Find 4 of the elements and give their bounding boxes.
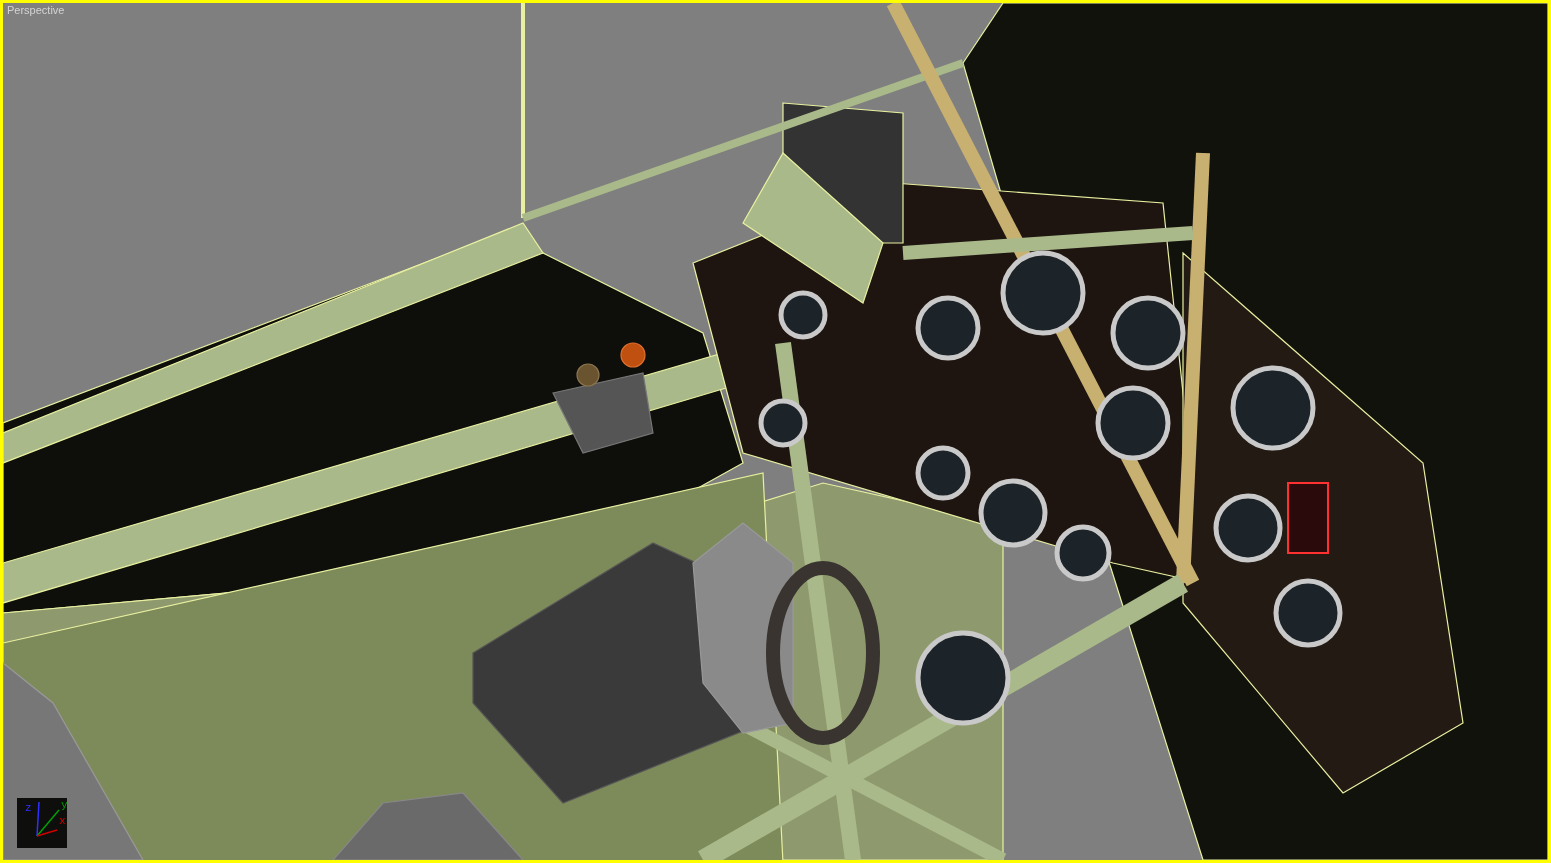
- axis-label: x: [59, 815, 66, 827]
- axis-label: z: [25, 802, 32, 814]
- axis-label: y: [61, 799, 67, 811]
- perspective-viewport[interactable]: Perspective z y x: [0, 0, 1551, 863]
